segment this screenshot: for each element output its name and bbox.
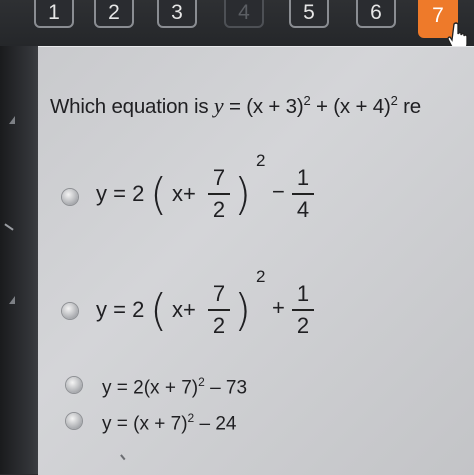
option-1-numerator: 7 xyxy=(212,165,226,190)
question-nav-bar: 1 2 3 4 5 6 7 xyxy=(0,0,474,52)
option-3-equation[interactable]: y = 2(x + 7)2 – 73 xyxy=(102,375,247,399)
option-3-exponent: 2 xyxy=(198,375,205,389)
question-button-1[interactable]: 1 xyxy=(34,0,74,28)
edge-marker-icon xyxy=(9,116,15,124)
option-1-exponent: 2 xyxy=(256,151,266,170)
edge-marker-icon xyxy=(9,296,15,304)
option-2-left-paren: ( xyxy=(150,285,168,336)
option-1-left-paren: ( xyxy=(150,169,168,220)
left-sidebar-edge xyxy=(0,46,38,474)
option-1-tail-denominator: 4 xyxy=(296,197,310,222)
option-2-numerator: 7 xyxy=(212,281,226,306)
option-2-lead: y = 2 xyxy=(96,297,145,322)
option-3-radio[interactable] xyxy=(66,377,82,393)
option-2-tail-numerator: 1 xyxy=(296,281,310,306)
option-2-tail-denominator: 2 xyxy=(296,313,310,338)
question-text: Which equation is y = (x + 3)2 + (x + 4)… xyxy=(50,93,421,119)
option-4-tail: – 24 xyxy=(194,413,237,435)
option-1-tail-fraction: 1 4 xyxy=(292,165,314,223)
option-1-inner: x+ xyxy=(172,181,196,206)
question-term-2: + (x + 4) xyxy=(310,95,391,118)
option-2-fraction: 7 2 xyxy=(208,281,230,339)
option-1-equation[interactable]: y = 2 ( x+ 7 2 ) 2 − 1 4 xyxy=(96,151,326,235)
option-4-text: y = (x + 7) xyxy=(102,413,188,435)
option-1-lead: y = 2 xyxy=(96,181,145,206)
option-1-radio[interactable] xyxy=(62,189,78,205)
option-2-sign: + xyxy=(272,295,285,320)
option-2-radio[interactable] xyxy=(62,303,78,319)
option-4-equation[interactable]: y = (x + 7)2 – 24 xyxy=(102,411,236,435)
edge-arrow-icon xyxy=(4,223,14,231)
option-2-equation[interactable]: y = 2 ( x+ 7 2 ) 2 + 1 2 xyxy=(96,267,326,351)
question-button-4[interactable]: 4 xyxy=(224,0,264,28)
question-button-2[interactable]: 2 xyxy=(94,0,134,28)
question-button-3[interactable]: 3 xyxy=(157,0,197,28)
question-panel: Which equation is y = (x + 3)2 + (x + 4)… xyxy=(38,46,474,475)
option-3-text: y = 2(x + 7) xyxy=(102,377,199,399)
option-2-inner: x+ xyxy=(172,297,196,322)
question-prefix: Which equation is xyxy=(50,95,214,118)
question-exponent-2: 2 xyxy=(390,93,398,109)
option-1-right-paren: ) xyxy=(234,169,252,220)
question-suffix: re xyxy=(397,95,421,118)
option-1-sign: − xyxy=(272,179,285,204)
question-button-5[interactable]: 5 xyxy=(289,0,329,28)
option-1-fraction: 7 2 xyxy=(208,165,230,223)
option-2-denominator: 2 xyxy=(212,313,226,338)
question-button-6[interactable]: 6 xyxy=(356,0,396,28)
question-term-1: = (x + 3) xyxy=(223,95,304,118)
option-2-exponent: 2 xyxy=(256,267,266,286)
option-1-denominator: 2 xyxy=(212,197,226,222)
question-exponent-1: 2 xyxy=(303,93,311,109)
option-2-right-paren: ) xyxy=(234,285,252,336)
option-2-tail-fraction: 1 2 xyxy=(292,281,314,339)
option-1-tail-numerator: 1 xyxy=(296,165,310,190)
option-4-radio[interactable] xyxy=(66,413,82,429)
option-3-tail: – 73 xyxy=(204,377,248,399)
